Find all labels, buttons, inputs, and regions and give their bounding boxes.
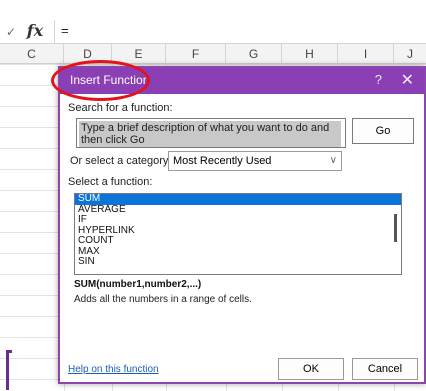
function-item-sum[interactable]: SUM [75, 194, 401, 205]
column-header-row: C D E F G H I J [0, 44, 426, 64]
cancel-button[interactable]: Cancel [352, 358, 418, 380]
function-item-sin[interactable]: SIN [75, 256, 401, 268]
help-link[interactable]: Help on this function [68, 364, 159, 375]
function-item-count[interactable]: COUNT [75, 235, 401, 247]
function-list-label: Select a function: [68, 176, 153, 188]
column-header-h[interactable]: H [282, 44, 338, 64]
formula-bar: ✓ fx = [0, 0, 426, 44]
category-label: Or select a category: [70, 155, 172, 167]
insert-function-icon[interactable]: fx [20, 20, 50, 44]
ok-button[interactable]: OK [278, 358, 344, 380]
function-signature: SUM(number1,number2,...) [74, 279, 202, 290]
column-header-c[interactable]: C [0, 44, 64, 64]
column-header-i[interactable]: I [338, 44, 394, 64]
confirm-icon[interactable]: ✓ [6, 26, 18, 38]
function-description: Adds all the numbers in a range of cells… [74, 294, 252, 305]
dialog-titlebar[interactable]: Insert Function ? ✕ [60, 68, 424, 94]
search-input[interactable]: Type a brief description of what you wan… [76, 118, 346, 148]
category-value: Most Recently Used [173, 155, 272, 167]
search-label: Search for a function: [68, 102, 173, 114]
column-header-d[interactable]: D [64, 44, 112, 64]
search-text: Type a brief description of what you wan… [79, 121, 341, 147]
function-item-if[interactable]: IF [75, 214, 401, 226]
go-button[interactable]: Go [352, 118, 414, 144]
function-item-max[interactable]: MAX [75, 246, 401, 258]
help-icon[interactable]: ? [375, 72, 382, 87]
column-header-e[interactable]: E [112, 44, 166, 64]
side-bracket-decoration [6, 350, 12, 390]
function-list[interactable]: SUM AVERAGE IF HYPERLINK COUNT MAX SIN [74, 193, 402, 275]
close-icon[interactable]: ✕ [401, 70, 414, 90]
list-scrollbar[interactable] [394, 214, 397, 242]
column-header-f[interactable]: F [166, 44, 226, 64]
category-select[interactable]: Most Recently Used ∨ [168, 151, 342, 171]
formula-input[interactable]: = [54, 20, 426, 44]
insert-function-dialog: Insert Function ? ✕ Search for a functio… [58, 66, 426, 384]
column-header-j[interactable]: J [394, 44, 426, 64]
chevron-down-icon[interactable]: ∨ [330, 152, 337, 170]
function-item-hyperlink[interactable]: HYPERLINK [75, 225, 401, 237]
column-header-g[interactable]: G [226, 44, 282, 64]
function-item-average[interactable]: AVERAGE [75, 204, 401, 216]
dialog-title: Insert Function [70, 73, 150, 87]
